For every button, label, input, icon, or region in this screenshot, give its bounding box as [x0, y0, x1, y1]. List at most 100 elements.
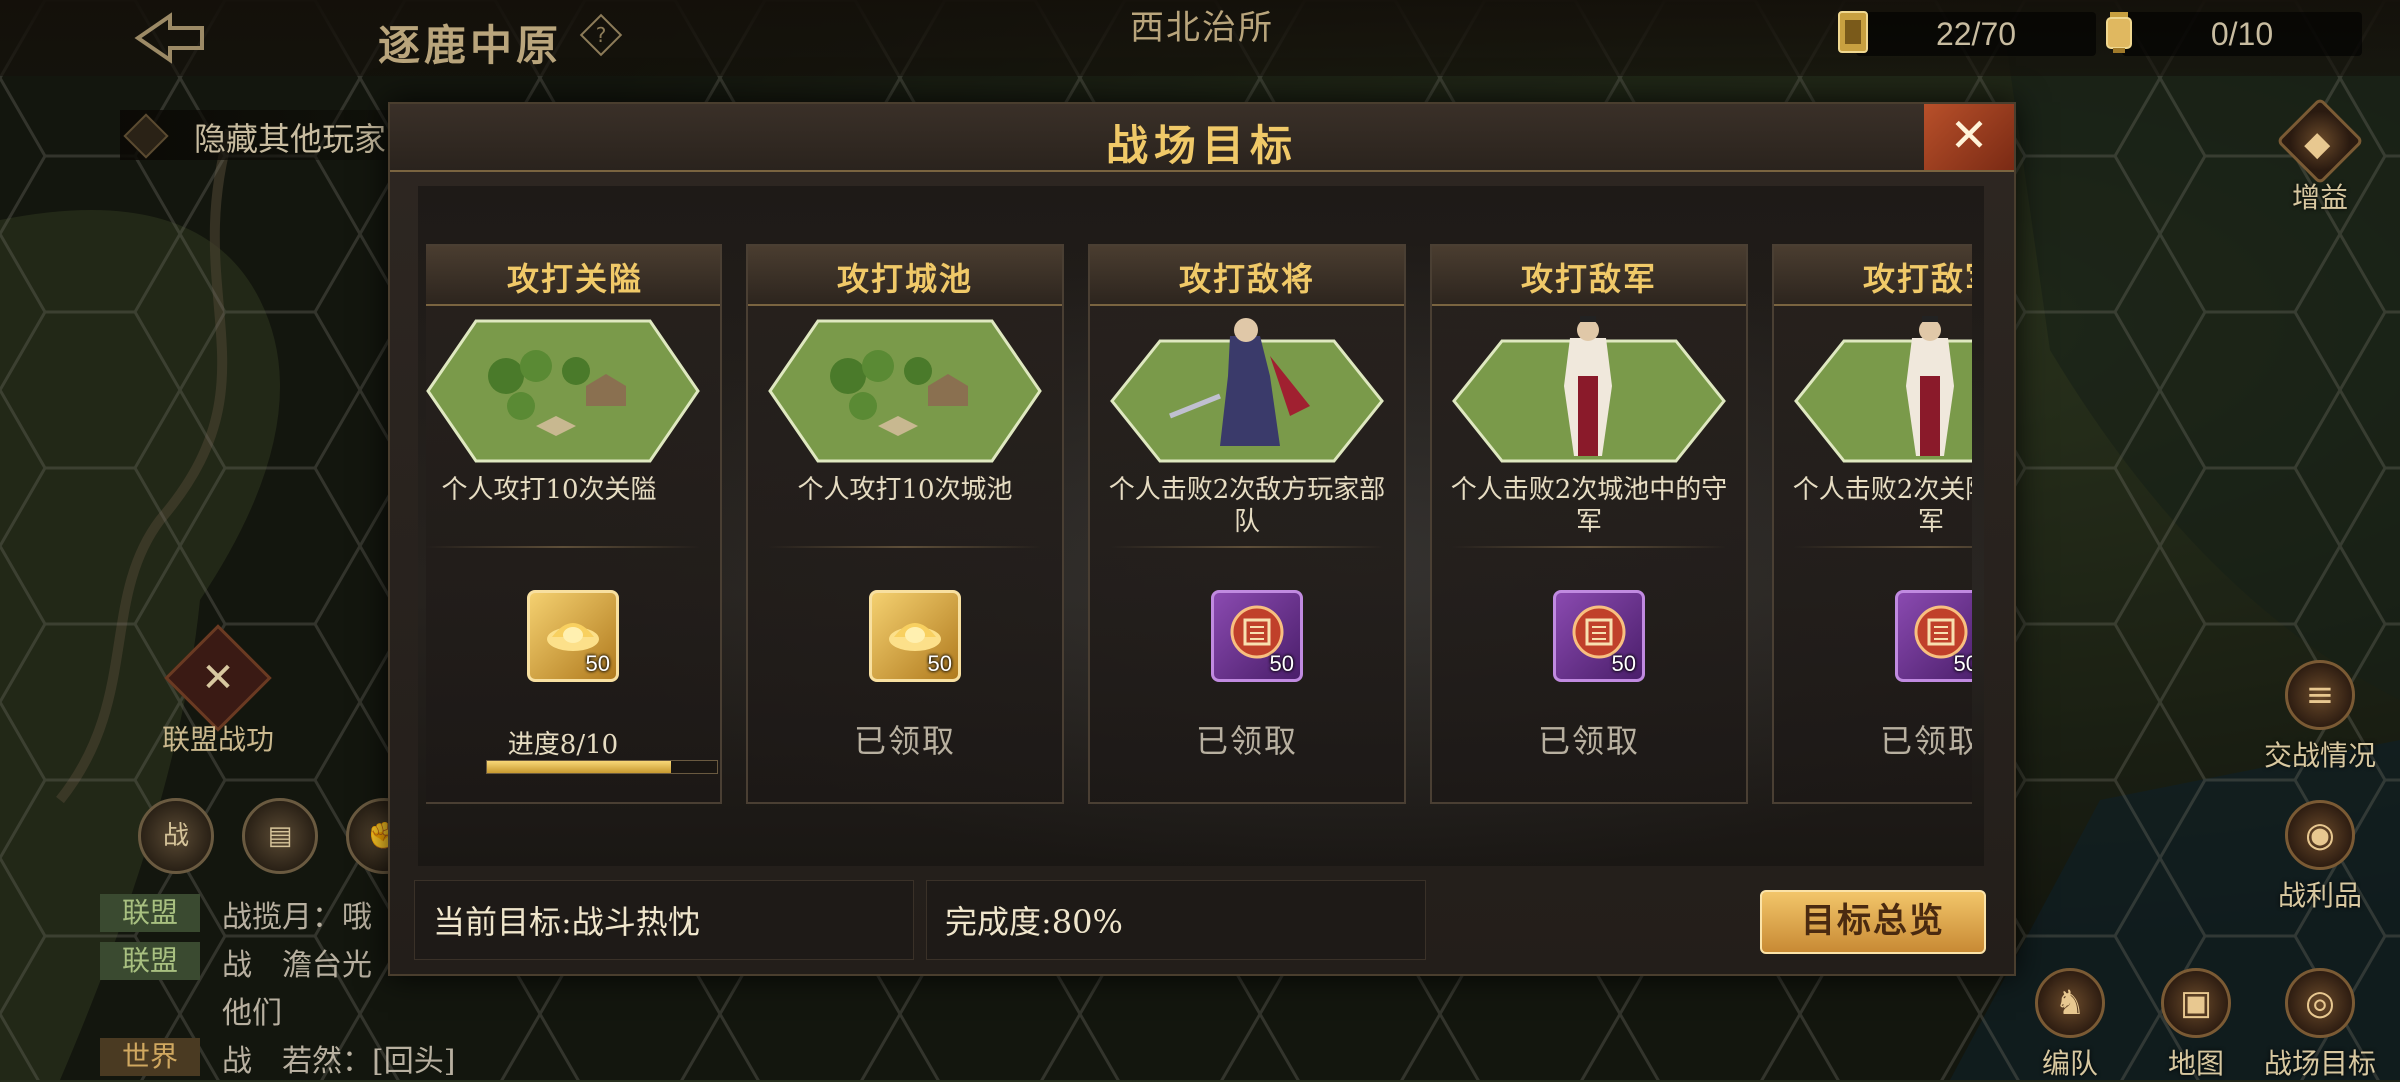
treasure-pot-icon: ◉	[2285, 800, 2355, 870]
resource-order-value: 22/70	[1935, 16, 2017, 52]
reward-count: 50	[1611, 651, 1636, 676]
map-icon: ▣	[2161, 968, 2231, 1038]
reward-item[interactable]: 50	[1211, 590, 1303, 682]
nav-formation-label: 编队	[2041, 1047, 2098, 1080]
resource-order-token[interactable]: 22/70	[1838, 11, 2096, 56]
nav-battle-goal-button[interactable]: ◎ 战场目标	[2250, 968, 2390, 1082]
card-divider	[1110, 546, 1384, 548]
reward-count: 50	[1953, 651, 1972, 676]
reward-item[interactable]: 50	[869, 590, 961, 682]
chat-channel-tag: 联盟	[100, 894, 200, 932]
battle-report-label: 交战情况	[2263, 739, 2376, 772]
claimed-status: 已领取	[853, 722, 956, 760]
close-button[interactable]: ✕	[1924, 104, 2014, 170]
chat-message: 联盟 战 澹台光	[100, 938, 400, 986]
card-title: 攻打敌军	[1520, 260, 1657, 298]
card-header: 攻打关隘	[426, 246, 720, 306]
card-description: 个人攻打10次关隘	[441, 475, 657, 505]
reward-item[interactable]: 50	[527, 590, 619, 682]
reward-item[interactable]: 50	[1895, 590, 1972, 682]
map-title: 逐鹿中原	[378, 21, 563, 70]
gain-button[interactable]: ◆ 增益	[2250, 97, 2390, 216]
reward-count: 50	[585, 651, 610, 676]
resource-lantern[interactable]: 0/10	[2106, 12, 2362, 56]
hide-players-label: 隐藏其他玩家	[194, 120, 387, 158]
chat-text: 战 若然：[回头]	[222, 1044, 456, 1079]
claimed-status: 已领取	[1195, 722, 1298, 760]
card-title: 攻打敌将	[1178, 260, 1315, 298]
goal-card[interactable]: 攻打敌军 个人击败2次关隘中的守军 50	[1772, 244, 1972, 804]
card-divider	[1794, 546, 1972, 548]
enemy-general-picture	[1110, 318, 1384, 463]
progress-label: 进度8/10	[507, 730, 619, 760]
card-divider	[426, 546, 700, 548]
claimed-status: 已领取	[1879, 722, 1972, 760]
current-goal-box: 当前目标:战斗热忱	[414, 880, 914, 960]
nav-map-label: 地图	[2167, 1047, 2224, 1080]
goal-overview-button[interactable]: 目标总览	[1760, 890, 1986, 954]
back-arrow-icon	[134, 12, 204, 64]
reward-count: 50	[927, 651, 952, 676]
claimed-status: 已领取	[1537, 722, 1640, 760]
completion-text: 完成度:80%	[945, 903, 1123, 941]
goal-card[interactable]: 攻打敌军 个人击败2次城池中的守军 50 已领取	[1430, 244, 1748, 804]
card-divider	[768, 546, 1042, 548]
card-header: 攻打城池	[748, 246, 1062, 306]
alliance-battle-button[interactable]: ✕ 联盟战功	[118, 624, 318, 760]
chat-text: 战揽月：哦	[222, 900, 372, 935]
chat-message: 联盟 战揽月：哦	[100, 890, 400, 938]
crossed-swords-icon: ✕	[164, 624, 272, 732]
goal-card[interactable]: 攻打关隘 个人攻打10次关隘 50 进度8/10	[426, 244, 722, 804]
card-description: 个人攻打10次城池	[797, 475, 1013, 505]
help-icon[interactable]: ?	[579, 13, 623, 57]
reward-item[interactable]: 50	[1553, 590, 1645, 682]
banner-button[interactable]: ▤	[242, 798, 318, 874]
nav-map-button[interactable]: ▣ 地图	[2126, 968, 2266, 1082]
card-description: 个人击败2次敌方玩家部队	[1108, 475, 1386, 537]
loot-label: 战利品	[2277, 879, 2362, 912]
target-icon: ◎	[2285, 968, 2355, 1038]
chat-message: 世界 战 若然：[回头]	[100, 1034, 455, 1082]
toggle-diamond-icon	[123, 113, 169, 159]
resource-lantern-value: 0/10	[2210, 16, 2274, 52]
dialog-header: 战场目标 ✕	[390, 104, 2014, 172]
chat-channel-tag: 联盟	[100, 942, 200, 980]
reward-count: 50	[1269, 651, 1294, 676]
alliance-battle-label: 联盟战功	[161, 723, 274, 756]
region-name: 西北治所	[1130, 8, 1274, 48]
scroll-icon: ≡	[2285, 660, 2355, 730]
nav-battle-goal-label: 战场目标	[2263, 1047, 2376, 1080]
card-title: 攻打城池	[836, 260, 973, 298]
current-goal-text: 当前目标:战斗热忱	[433, 903, 700, 941]
hide-other-players-toggle[interactable]: 隐藏其他玩家	[120, 110, 400, 160]
nav-formation-button[interactable]: ♞ 编队	[2000, 968, 2140, 1082]
battle-scroll-button[interactable]: 战	[138, 798, 214, 874]
card-description: 个人击败2次城池中的守军	[1450, 475, 1728, 537]
chat-text: 战 澹台光	[222, 948, 372, 983]
goal-card[interactable]: 攻打城池 个人攻打10次城池 50 已领取	[746, 244, 1064, 804]
cards-clip: 攻打关隘 个人攻打10次关隘 50 进度8/10 攻打城池 个人攻打10次城池 …	[426, 186, 1972, 866]
progress-bar	[486, 760, 718, 774]
chat-panel[interactable]: 联盟 战揽月：哦 联盟 战 澹台光 他们 世界 战 若然：[回头]	[100, 890, 455, 1082]
loot-button[interactable]: ◉ 战利品	[2250, 800, 2390, 914]
money-bag-icon: ◆	[2276, 97, 2364, 185]
battle-report-button[interactable]: ≡ 交战情况	[2250, 660, 2390, 774]
card-divider	[1452, 546, 1726, 548]
enemy-troop-picture	[1794, 316, 1972, 463]
dialog-title: 战场目标	[1105, 121, 1298, 170]
enemy-troop-picture	[1452, 316, 1726, 463]
back-button[interactable]	[130, 10, 210, 66]
card-description: 个人击败2次关隘中的守军	[1792, 475, 1972, 537]
chat-message: 他们	[100, 986, 400, 1034]
close-icon: ✕	[1949, 108, 1989, 162]
goal-cards-scroller[interactable]: 攻打关隘 个人攻打10次关隘 50 进度8/10 攻打城池 个人攻打10次城池 …	[418, 186, 1984, 866]
card-title: 攻打关隘	[506, 260, 643, 298]
card-header: 攻打敌军	[1774, 246, 1972, 306]
city-picture	[768, 319, 1042, 463]
progress-fill	[487, 761, 671, 773]
completion-box: 完成度:80%	[926, 880, 1426, 960]
goal-card[interactable]: 攻打敌将 个人击败2次敌方玩家部队 50 已领取	[1088, 244, 1406, 804]
chat-text: 他们	[222, 996, 282, 1031]
banner-icon: ▤	[267, 821, 293, 851]
top-bar: 逐鹿中原 ? 西北治所 22/70 0/10	[0, 0, 2400, 76]
